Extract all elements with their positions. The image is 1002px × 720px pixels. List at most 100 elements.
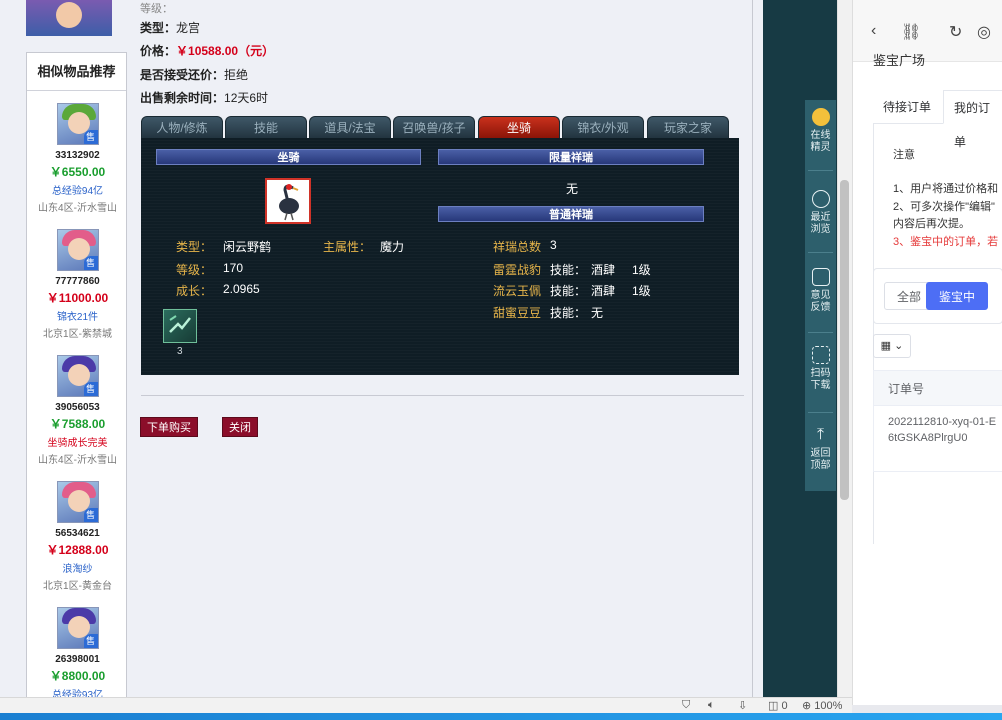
- similar-item-avatar[interactable]: 售: [56, 355, 99, 397]
- float-separator: [808, 252, 833, 253]
- remaining-time-line: 出售剩余时间：12天6时: [140, 89, 268, 106]
- tab-pending-orders[interactable]: 待接订单: [873, 90, 941, 124]
- main-attr-label: 主属性：: [323, 240, 372, 254]
- view-toggle[interactable]: ▦ ⌄: [873, 334, 911, 358]
- xiangrui-skill-label-2: 技能：: [550, 284, 587, 298]
- page-scrollbar-thumb[interactable]: [840, 180, 849, 500]
- similar-item-server: 北京1区-黄金台: [43, 581, 112, 592]
- similar-item-id: 39056053: [55, 402, 100, 413]
- similar-item-server: 山东4区-沂水雪山: [38, 455, 117, 466]
- xiangrui-skill-label-3: 技能：: [550, 306, 587, 320]
- tab-my-orders[interactable]: 我的订单: [943, 90, 1002, 149]
- xiangrui-name-3: 甜蜜豆豆: [493, 306, 542, 320]
- similar-item-avatar[interactable]: 售: [56, 103, 99, 145]
- xiangrui-skill-1: 酒肆: [591, 263, 616, 277]
- similar-item[interactable]: 售 26398001 ￥8800.00 总经验93亿: [27, 607, 128, 697]
- xiangrui-skill-2: 酒肆: [591, 284, 616, 298]
- for-sale-badge: 售: [83, 508, 98, 522]
- side-panel-toolbar: ‹ ⛓ ↻ ◎ 鉴宝广场: [853, 0, 1002, 68]
- similar-item[interactable]: 售 33132902 ￥6550.00 总经验94亿 山东4区-沂水雪山: [27, 103, 128, 214]
- tab-summons[interactable]: 召唤兽/孩子: [393, 116, 475, 138]
- float-separator: [808, 170, 833, 171]
- float-back-to-top[interactable]: ⤒ 返回 顶部: [805, 426, 836, 472]
- mount-type-value: 闲云野鹤: [223, 240, 272, 254]
- similar-item[interactable]: 售 77777860 ￥11000.00 锦衣21件 北京1区-紫禁城: [27, 229, 128, 340]
- mute-count-value: 0: [781, 700, 788, 712]
- refresh-icon[interactable]: ↻: [949, 22, 962, 42]
- xiangrui-name-1: 雷霆战豹: [493, 263, 542, 277]
- bargain-value: 拒绝: [224, 68, 249, 82]
- main-attr-value: 魔力: [380, 240, 405, 254]
- buy-button[interactable]: 下单购买: [140, 417, 198, 437]
- similar-item[interactable]: 售 39056053 ￥7588.00 坐骑成长完美 山东4区-沂水雪山: [27, 355, 128, 466]
- xiangrui-name-2: 流云玉佩: [493, 284, 542, 298]
- download-icon[interactable]: ⇩: [738, 699, 747, 712]
- xiangrui-total-label: 祥瑞总数: [493, 240, 542, 254]
- filter-appraising[interactable]: 鉴宝中: [926, 282, 989, 310]
- similar-item-tag: 坐骑成长完美: [47, 438, 108, 449]
- order-table-row[interactable]: 2022112810-xyq-01-E6tGSKA8PlrgU0: [873, 406, 1002, 472]
- similar-item-server: 北京1区-紫禁城: [43, 329, 112, 340]
- tab-player-home[interactable]: 玩家之家: [647, 116, 729, 138]
- mount-image[interactable]: [265, 178, 311, 224]
- shield-icon[interactable]: ⛉: [682, 699, 690, 712]
- float-feedback-label: 意见 反馈: [810, 290, 831, 313]
- mount-level-label: 等级：: [176, 263, 213, 277]
- float-top-label: 返回 顶部: [810, 448, 831, 471]
- similar-item-tag: 锦衣21件: [56, 312, 99, 323]
- floating-toolbar: 在线 精灵 最近 浏览 意见 反馈 扫码 下载 ⤒ 返回 顶部: [805, 100, 836, 491]
- order-table-header: 订单号: [873, 370, 1002, 406]
- similar-item-price: ￥11000.00: [46, 291, 109, 305]
- for-sale-badge: 售: [83, 256, 98, 270]
- similar-item-tag: 浪淘纱: [62, 564, 93, 575]
- status-filter-box: 全部 鉴宝中: [873, 268, 1002, 324]
- back-icon[interactable]: ‹: [871, 22, 876, 40]
- item-type-line: 类型：龙宫: [140, 19, 200, 36]
- arrow-up-icon: ⤒: [816, 426, 825, 443]
- similar-item-id: 33132902: [55, 150, 100, 161]
- similar-item-server: 山东4区-沂水雪山: [38, 203, 117, 214]
- item-price-line: 价格：￥10588.00（元）: [140, 42, 274, 59]
- similar-item-avatar[interactable]: 售: [56, 229, 99, 271]
- globe-icon[interactable]: ◎: [977, 22, 991, 42]
- mute-count: ◫ 0: [768, 700, 788, 712]
- float-online-sprite[interactable]: 在线 精灵: [805, 108, 836, 154]
- link-icon[interactable]: ⛓: [901, 22, 921, 42]
- similar-item-avatar[interactable]: 售: [56, 481, 99, 523]
- mount-detail-panel: 坐骑 限量祥瑞 无 普通祥瑞 类型： 闲云野鹤 主属性： 魔力 等级： 170 …: [141, 138, 739, 375]
- side-panel-title: 鉴宝广场: [873, 53, 926, 68]
- float-feedback[interactable]: 意见 反馈: [805, 268, 836, 314]
- mount-header-bar: 坐骑: [156, 149, 421, 165]
- item-type-value: 龙宫: [176, 21, 201, 35]
- edit-icon: [811, 268, 830, 286]
- xiangrui-skill-label-1: 技能：: [550, 263, 587, 277]
- similar-item[interactable]: 售 56534621 ￥12888.00 浪淘纱 北京1区-黄金台: [27, 481, 128, 592]
- limited-header-bar: 限量祥瑞: [438, 149, 704, 165]
- for-sale-badge: 售: [83, 130, 98, 144]
- os-taskbar: [0, 713, 1002, 720]
- float-scan-download[interactable]: 扫码 下载: [805, 346, 836, 392]
- xiangrui-level-1: 1级: [632, 263, 651, 277]
- similar-item-avatar[interactable]: 售: [56, 607, 99, 649]
- float-recent-label: 最近 浏览: [810, 212, 831, 235]
- tab-skills[interactable]: 技能: [225, 116, 307, 138]
- zoom-indicator[interactable]: ⊕ 100%: [802, 699, 842, 712]
- mount-growth-value: 2.0965: [223, 282, 260, 296]
- tab-items[interactable]: 道具/法宝: [309, 116, 391, 138]
- tab-mount[interactable]: 坐骑: [478, 116, 560, 138]
- browser-status-bar: ⛉ 🔈︎ ⇩ ◫ 0 ⊕ 100%: [0, 697, 852, 713]
- float-recent-browse[interactable]: 最近 浏览: [805, 190, 836, 236]
- tab-costume[interactable]: 锦衣/外观: [562, 116, 644, 138]
- similar-item-price: ￥7588.00: [49, 417, 106, 431]
- page-viewport: 相似物品推荐 售 33132902 ￥6550.00 总经验94亿 山东4区-沂水雪山售…: [0, 0, 852, 697]
- speaker-icon[interactable]: 🔈︎: [708, 699, 715, 712]
- similar-item-id: 26398001: [55, 654, 100, 665]
- similar-item-price: ￥8800.00: [49, 669, 106, 683]
- close-button[interactable]: 关闭: [222, 417, 258, 437]
- item-type-label: 类型：: [140, 21, 177, 35]
- tab-character[interactable]: 人物/修炼: [141, 116, 223, 138]
- mount-level-value: 170: [223, 261, 244, 275]
- mount-skill-icon[interactable]: [163, 309, 197, 343]
- for-sale-badge: 售: [83, 634, 98, 648]
- similar-item-id: 56534621: [55, 528, 100, 539]
